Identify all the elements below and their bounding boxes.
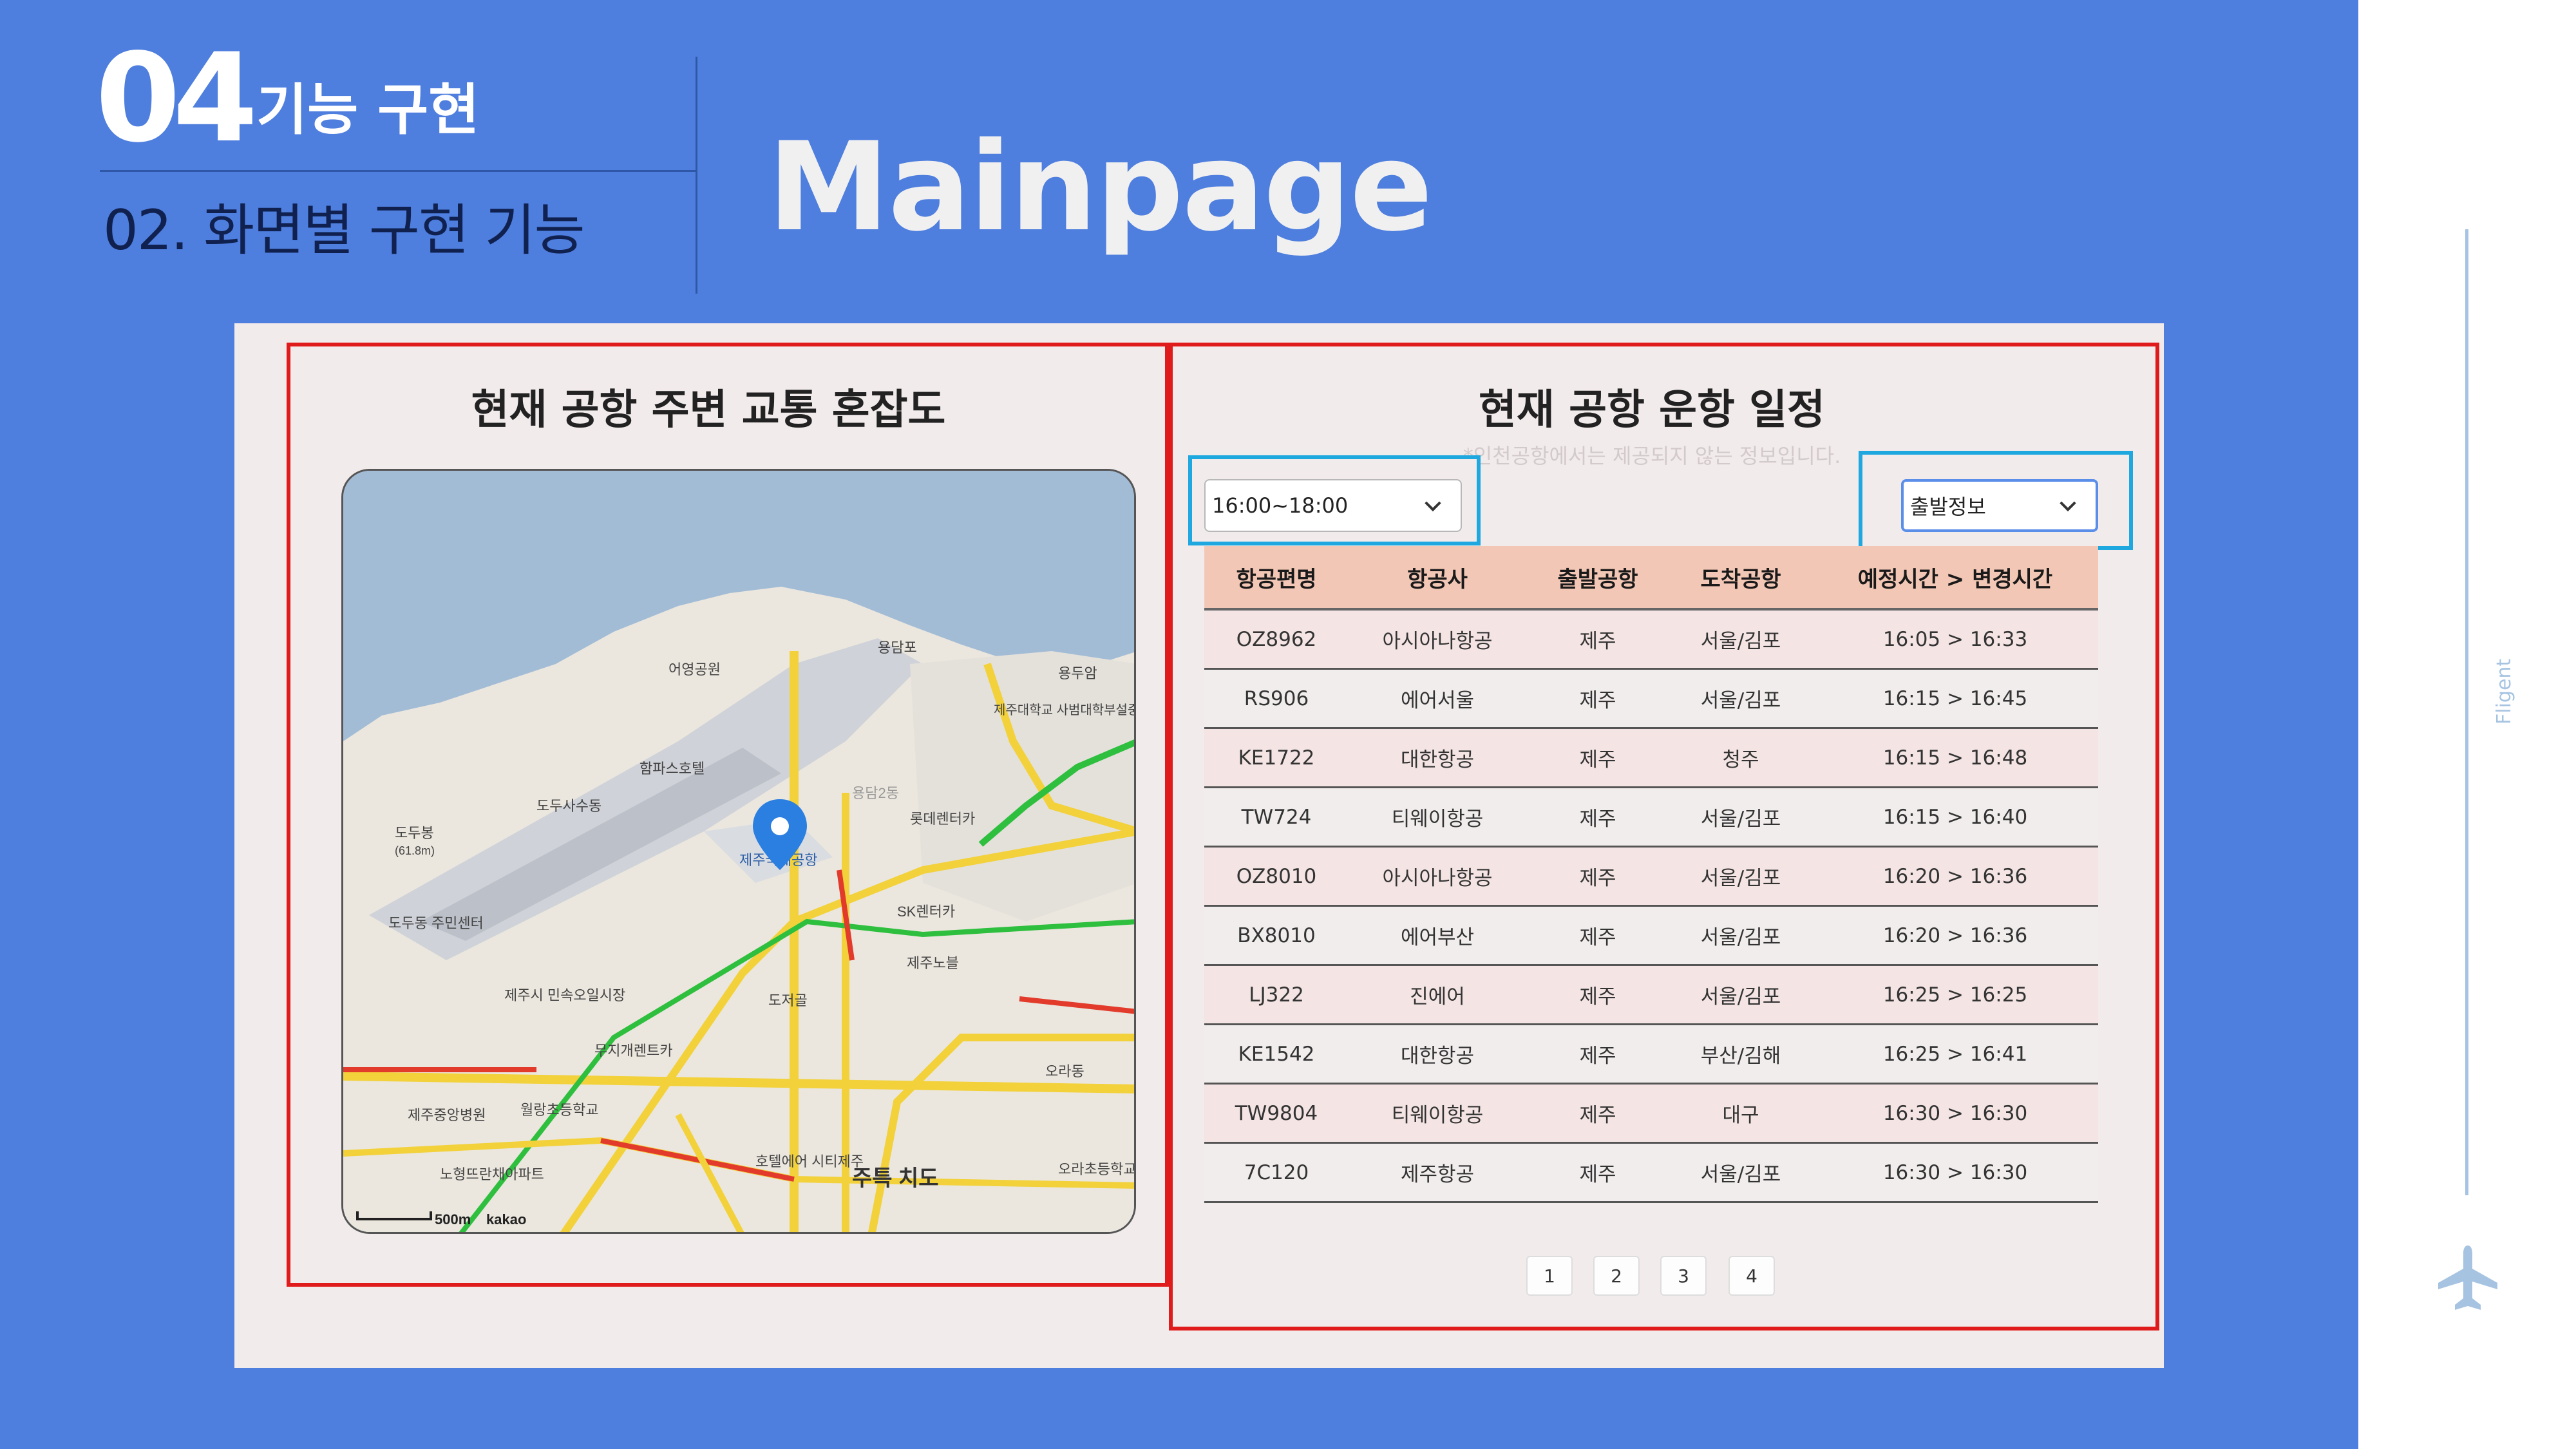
header-vertical-divider [696,57,697,294]
airplane-icon [2438,1245,2497,1310]
section-title: 기능 구현 [256,78,480,142]
section-number: 04 [95,27,258,169]
header-divider [100,170,696,172]
sidebar-divider [2465,229,2468,1195]
brand-name: Fligent [2493,658,2515,724]
highlight-traffic-panel [287,343,1169,1287]
highlight-schedule-panel [1169,343,2159,1331]
subsection-title: 02. 화면별 구현 기능 [103,198,585,263]
page-title: Mainpage [768,116,1433,258]
